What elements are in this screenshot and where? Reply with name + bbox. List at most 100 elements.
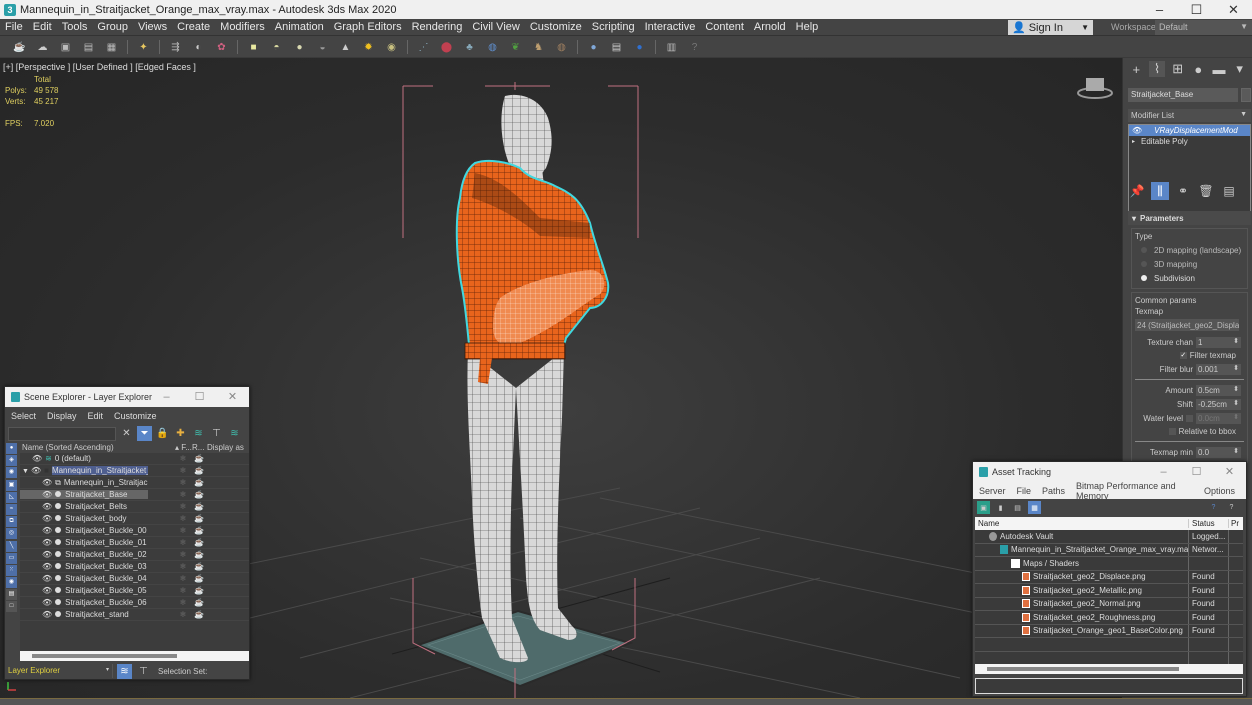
amount-spinner[interactable]: 0.5cm bbox=[1196, 384, 1241, 396]
freeze-icon[interactable]: ❄ bbox=[175, 562, 191, 571]
mesh-icon[interactable]: ◒ bbox=[314, 39, 332, 55]
freeze-icon[interactable]: ❄ bbox=[175, 574, 191, 583]
tree-icon[interactable]: ♣ bbox=[461, 39, 479, 55]
menu-bitmap-performance-and-memory[interactable]: Bitmap Performance and Memory bbox=[1076, 481, 1193, 501]
scene-explorer-row[interactable]: 👁 Straitjacket_Buckle_03 ❄ ☕ bbox=[20, 561, 249, 573]
sphere-icon[interactable]: ◐ bbox=[190, 39, 208, 55]
visibility-eye-icon[interactable]: 👁 bbox=[42, 526, 52, 535]
freeze-icon[interactable]: ❄ bbox=[175, 610, 191, 619]
display-cameras-icon[interactable]: ▣ bbox=[6, 479, 17, 491]
eye-icon[interactable]: 👁 bbox=[1132, 126, 1142, 135]
camera-icon[interactable]: ⇶ bbox=[167, 39, 185, 55]
film-icon[interactable]: ✿ bbox=[213, 39, 231, 55]
display-helpers-icon[interactable]: ◺ bbox=[6, 491, 17, 503]
display-none-plain-icon[interactable]: □ bbox=[6, 601, 17, 613]
asset-row[interactable]: Straitjacket_geo2_Metallic.png Found bbox=[975, 584, 1243, 598]
asset-row[interactable]: Maps / Shaders bbox=[975, 557, 1243, 571]
texture-chan-spinner[interactable]: 1 bbox=[1196, 336, 1241, 348]
freeze-icon[interactable]: ❄ bbox=[175, 586, 191, 595]
layers-icon[interactable]: ▥ bbox=[663, 39, 681, 55]
close-button[interactable]: ✕ bbox=[216, 387, 249, 407]
relative-to-bbox-checkbox[interactable]: Relative to bbox bbox=[1135, 425, 1244, 438]
pipe-icon[interactable]: ⬤ bbox=[438, 39, 456, 55]
renderable-teapot-icon[interactable]: ☕ bbox=[191, 574, 207, 583]
column-name[interactable]: Name bbox=[975, 519, 1189, 528]
object-name-field[interactable]: Straitjacket_Base bbox=[1128, 88, 1238, 102]
visibility-eye-icon[interactable]: 👁 bbox=[42, 550, 52, 559]
sign-in-dropdown[interactable]: 👤 Sign In ▼ bbox=[1008, 20, 1093, 35]
display-spacewarps-icon[interactable]: ≈ bbox=[6, 503, 17, 515]
scene-explorer-row[interactable]: 👁 Straitjacket_Buckle_04 ❄ ☕ bbox=[20, 573, 249, 585]
create-tab-icon[interactable]: + bbox=[1128, 61, 1145, 77]
sun-icon[interactable]: ✹ bbox=[360, 39, 378, 55]
display-xrefs-icon[interactable]: ◎ bbox=[6, 528, 17, 540]
visibility-eye-icon[interactable]: 👁 bbox=[42, 562, 52, 571]
render-frame-icon[interactable]: ▤ bbox=[80, 39, 98, 55]
scene-explorer-row[interactable]: 👁 Straitjacket_body ❄ ☕ bbox=[20, 513, 249, 525]
help-icon[interactable]: ? bbox=[1207, 501, 1220, 514]
close-button[interactable]: ✕ bbox=[1215, 0, 1252, 19]
modifier-list-dropdown[interactable]: Modifier List ▼ bbox=[1128, 109, 1251, 122]
parameters-rollout-header[interactable]: ▾ Parameters bbox=[1128, 211, 1251, 225]
menu-file[interactable]: File bbox=[1017, 486, 1032, 496]
freeze-icon[interactable]: ❄ bbox=[175, 502, 191, 511]
menu-display[interactable]: Display bbox=[47, 411, 77, 421]
asset-row[interactable]: Mannequin_in_Straitjacket_Orange_max_vra… bbox=[975, 543, 1243, 557]
visibility-eye-icon[interactable]: 👁 bbox=[42, 490, 52, 499]
menu-graph-editors[interactable]: Graph Editors bbox=[329, 21, 407, 33]
renderable-teapot-icon[interactable]: ☕ bbox=[191, 586, 207, 595]
menu-paths[interactable]: Paths bbox=[1042, 486, 1065, 496]
visibility-eye-icon[interactable]: 👁 bbox=[32, 454, 42, 463]
cone-icon[interactable]: ▲ bbox=[337, 39, 355, 55]
column-status[interactable]: Status bbox=[1189, 519, 1229, 528]
display-lights-icon[interactable]: ◉ bbox=[6, 467, 17, 479]
menu-civil-view[interactable]: Civil View bbox=[467, 21, 524, 33]
vault-icon[interactable]: ▣ bbox=[977, 501, 990, 514]
modify-tab-icon[interactable]: ⌇ bbox=[1148, 61, 1166, 77]
configure-modifier-sets-icon[interactable]: ▤ bbox=[1220, 182, 1238, 200]
renderable-teapot-icon[interactable]: ☕ bbox=[191, 598, 207, 607]
utilities-tab-icon[interactable]: ▾ bbox=[1231, 61, 1248, 77]
disc-icon[interactable]: ◉ bbox=[383, 39, 401, 55]
menu-modifiers[interactable]: Modifiers bbox=[215, 21, 270, 33]
visibility-eye-icon[interactable]: 👁 bbox=[42, 598, 52, 607]
column-render[interactable]: R... bbox=[192, 443, 207, 452]
freeze-icon[interactable]: ❄ bbox=[175, 478, 191, 487]
minimize-button[interactable]: – bbox=[1147, 462, 1180, 482]
asset-row[interactable]: Autodesk Vault Logged... bbox=[975, 530, 1243, 544]
hierarchy-icon[interactable]: ⊤ bbox=[209, 426, 224, 441]
menu-edit[interactable]: Edit bbox=[88, 411, 104, 421]
menu-select[interactable]: Select bbox=[11, 411, 36, 421]
dome-icon[interactable]: ◓ bbox=[268, 39, 286, 55]
menu-arnold[interactable]: Arnold bbox=[749, 21, 791, 33]
render-window-icon[interactable]: ▦ bbox=[103, 39, 121, 55]
visibility-eye-icon[interactable]: 👁 bbox=[42, 610, 52, 619]
menu-group[interactable]: Group bbox=[92, 21, 133, 33]
texmap-min-spinner[interactable]: 0.0 bbox=[1196, 446, 1241, 458]
display-geometry-icon[interactable]: ◈ bbox=[6, 455, 17, 467]
renderable-teapot-icon[interactable]: ☕ bbox=[191, 550, 207, 559]
explorer-type-dropdown[interactable]: Layer Explorer ▾ bbox=[5, 664, 113, 678]
list-icon[interactable]: ▤ bbox=[1011, 501, 1024, 514]
menu-scripting[interactable]: Scripting bbox=[587, 21, 640, 33]
renderable-teapot-icon[interactable]: ☕ bbox=[191, 478, 207, 487]
freeze-icon[interactable]: ❄ bbox=[175, 598, 191, 607]
scene-explorer-titlebar[interactable]: Scene Explorer - Layer Explorer – ☐ ✕ bbox=[5, 387, 249, 407]
asset-row[interactable]: Straitjacket_geo2_Displace.png Found bbox=[975, 570, 1243, 584]
freeze-icon[interactable]: ❄ bbox=[175, 538, 191, 547]
shift-spinner[interactable]: -0.25cm bbox=[1196, 398, 1241, 410]
display-none-icon[interactable]: ● bbox=[6, 443, 17, 454]
scene-explorer-row[interactable]: 👁 Straitjacket_stand ❄ ☕ bbox=[20, 609, 249, 621]
maximize-button[interactable]: ☐ bbox=[1178, 0, 1215, 19]
clear-search-icon[interactable]: ✕ bbox=[119, 426, 134, 441]
visibility-eye-icon[interactable]: 👁 bbox=[42, 514, 52, 523]
column-display-as[interactable]: Display as bbox=[207, 443, 244, 452]
show-end-result-icon[interactable]: ⫼ bbox=[1151, 182, 1169, 200]
renderable-teapot-icon[interactable]: ☕ bbox=[191, 490, 207, 499]
stack-item-editable-poly[interactable]: ▸ Editable Poly bbox=[1129, 136, 1250, 147]
add-layer-icon[interactable]: ✚ bbox=[173, 426, 188, 441]
menu-help[interactable]: Help bbox=[791, 21, 824, 33]
display-containers-icon[interactable]: ▭ bbox=[6, 552, 17, 564]
scene-explorer-row[interactable]: 👁 Straitjacket_Buckle_00 ❄ ☕ bbox=[20, 525, 249, 537]
menu-content[interactable]: Content bbox=[700, 21, 749, 33]
